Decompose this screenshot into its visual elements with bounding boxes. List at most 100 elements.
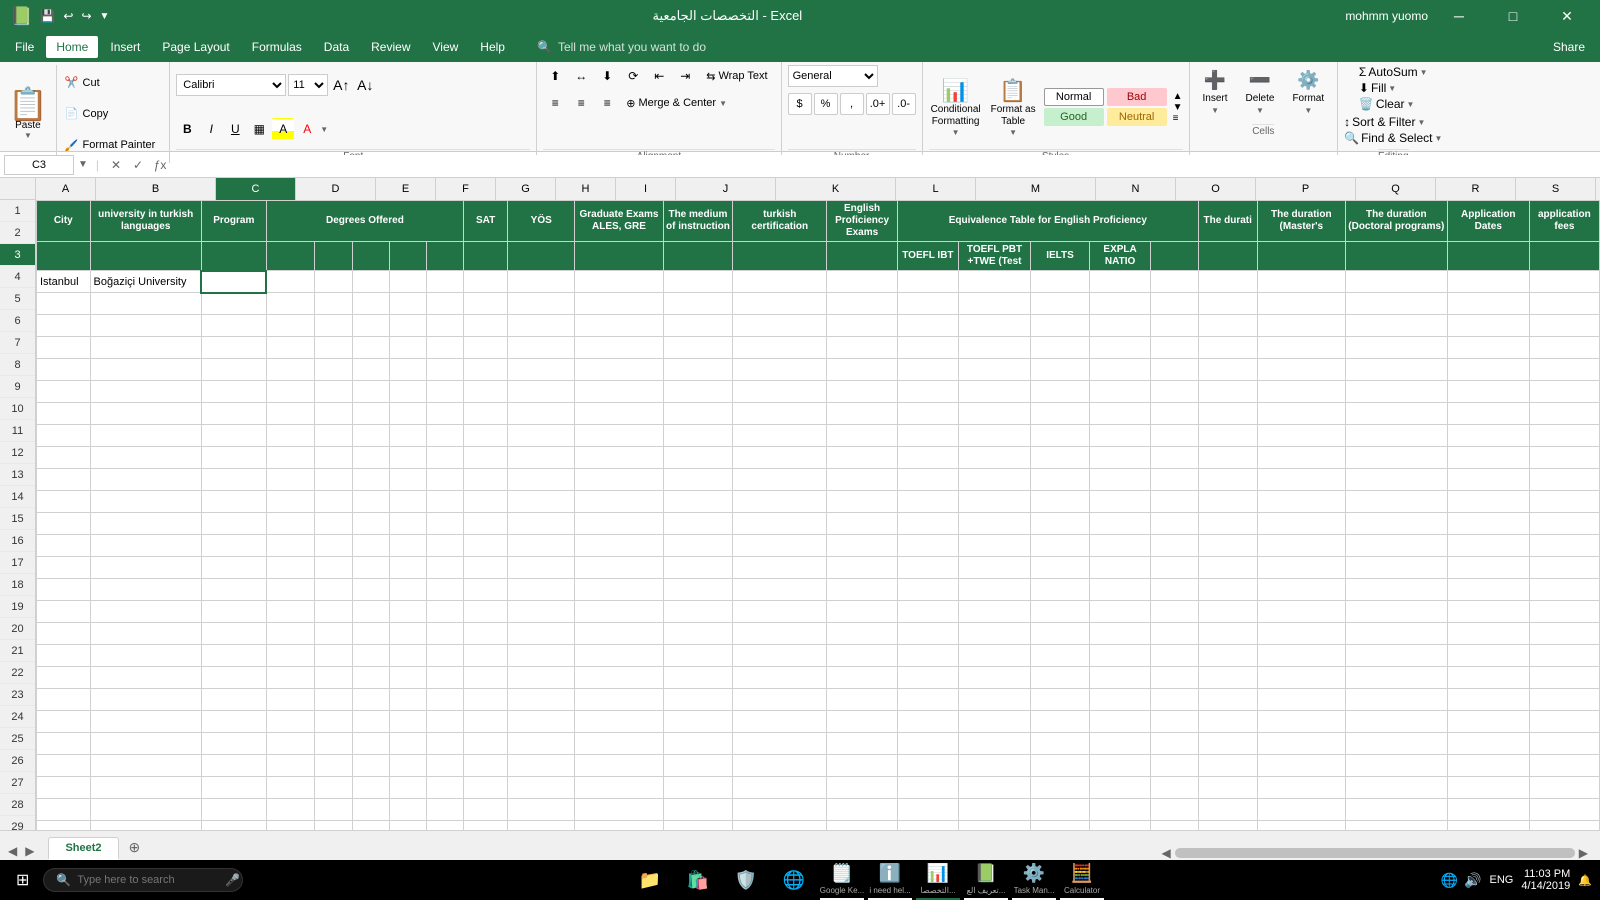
- row-num-21[interactable]: 21: [0, 640, 35, 662]
- cell-Q2[interactable]: IELTS: [1031, 242, 1090, 271]
- cell-C1[interactable]: Program: [201, 201, 266, 242]
- search-box[interactable]: 🔍 🎤: [43, 868, 243, 892]
- insert-cells-button[interactable]: ➕ Insert ▼: [1196, 65, 1235, 120]
- taskbar-app-browser[interactable]: 🌐: [772, 860, 816, 900]
- paste-button[interactable]: 📋 Paste ▼: [6, 65, 57, 163]
- cell-W3[interactable]: [1447, 271, 1529, 293]
- row-num-2[interactable]: 2: [0, 222, 35, 244]
- taskbar-app-help[interactable]: ℹ️ i need hel...: [868, 860, 912, 900]
- redo-icon[interactable]: ↪: [81, 9, 91, 23]
- cell-L2[interactable]: [663, 242, 733, 271]
- cell-O2[interactable]: TOEFL IBT: [897, 242, 958, 271]
- border-button[interactable]: ▦: [248, 118, 270, 140]
- cell-N2[interactable]: [827, 242, 898, 271]
- name-box[interactable]: [4, 155, 74, 175]
- row-num-16[interactable]: 16: [0, 530, 35, 552]
- row-num-27[interactable]: 27: [0, 772, 35, 794]
- align-center-button[interactable]: ≡: [569, 92, 593, 114]
- delete-cells-button[interactable]: ➖ Delete ▼: [1239, 65, 1282, 120]
- cell-S3[interactable]: [1151, 271, 1199, 293]
- menu-file[interactable]: File: [5, 36, 44, 58]
- scroll-right-button[interactable]: ▶: [1579, 846, 1588, 860]
- find-select-button[interactable]: 🔍 Find & Select ▼: [1344, 131, 1442, 145]
- cell-H2[interactable]: [426, 242, 463, 271]
- cell-N1[interactable]: English Proficiency Exams: [827, 201, 898, 242]
- taskbar-app-files[interactable]: 📁: [628, 860, 672, 900]
- number-format-select[interactable]: General: [788, 65, 878, 87]
- scroll-sheets-right[interactable]: ▶: [21, 842, 38, 860]
- copy-button[interactable]: 📄 Copy: [61, 105, 159, 122]
- cell-V3[interactable]: [1345, 271, 1447, 293]
- cell-T2[interactable]: [1198, 242, 1257, 271]
- taskbar-app-google-keep[interactable]: 🗒️ Google Ke...: [820, 860, 864, 900]
- col-header-L[interactable]: L: [896, 178, 976, 200]
- taskbar-app-taskview[interactable]: ⧉: [580, 860, 624, 900]
- row-num-20[interactable]: 20: [0, 618, 35, 640]
- row-num-3[interactable]: 3: [0, 244, 35, 266]
- cell-T1[interactable]: The durati: [1198, 201, 1257, 242]
- cell-B1[interactable]: university in turkish languages: [90, 201, 201, 242]
- col-header-O[interactable]: O: [1176, 178, 1256, 200]
- cell-U3[interactable]: [1257, 271, 1345, 293]
- decrease-decimal-button[interactable]: .0-: [892, 93, 916, 115]
- cell-V2[interactable]: [1345, 242, 1447, 271]
- taskbar-app-excel2[interactable]: 📗 تعريف الع...: [964, 860, 1008, 900]
- font-name-select[interactable]: Calibri: [176, 74, 286, 96]
- row-num-4[interactable]: 4: [0, 266, 35, 288]
- row-num-5[interactable]: 5: [0, 288, 35, 310]
- col-header-R[interactable]: R: [1436, 178, 1516, 200]
- row-num-19[interactable]: 19: [0, 596, 35, 618]
- clear-button[interactable]: 🗑️ Clear ▼: [1359, 97, 1428, 111]
- cell-P3[interactable]: [958, 271, 1030, 293]
- menu-insert[interactable]: Insert: [100, 36, 150, 58]
- notification-icon[interactable]: 🔔: [1578, 874, 1592, 887]
- maximize-button[interactable]: □: [1490, 0, 1536, 32]
- cell-J2[interactable]: [508, 242, 575, 271]
- font-color-button[interactable]: A: [296, 118, 318, 140]
- col-header-J[interactable]: J: [676, 178, 776, 200]
- cell-A2[interactable]: [37, 242, 91, 271]
- taskbar-app-antivirus[interactable]: 🛡️: [724, 860, 768, 900]
- col-header-Q[interactable]: Q: [1356, 178, 1436, 200]
- col-header-B[interactable]: B: [96, 178, 216, 200]
- cell-D1[interactable]: Degrees Offered: [266, 201, 463, 242]
- cell-I1[interactable]: SAT: [464, 201, 508, 242]
- cancel-formula-icon[interactable]: ✕: [107, 156, 125, 174]
- merge-dropdown[interactable]: ▼: [719, 99, 727, 108]
- col-header-M[interactable]: M: [976, 178, 1096, 200]
- sheet-tab-sheet2[interactable]: Sheet2: [48, 837, 118, 860]
- row-num-12[interactable]: 12: [0, 442, 35, 464]
- cell-J1[interactable]: YÖS: [508, 201, 575, 242]
- row-num-7[interactable]: 7: [0, 332, 35, 354]
- align-top-button[interactable]: ⬆: [543, 65, 567, 87]
- cell-K1[interactable]: Graduate Exams ALES, GRE: [575, 201, 663, 242]
- menu-review[interactable]: Review: [361, 36, 420, 58]
- language-indicator[interactable]: ENG: [1490, 874, 1514, 886]
- cell-A4[interactable]: [37, 293, 91, 315]
- row-num-13[interactable]: 13: [0, 464, 35, 486]
- scroll-sheets-left[interactable]: ◀: [4, 842, 21, 860]
- row-num-17[interactable]: 17: [0, 552, 35, 574]
- taskbar-app-calculator[interactable]: 🧮 Calculator: [1060, 860, 1104, 900]
- increase-font-button[interactable]: A↑: [330, 74, 352, 96]
- row-num-28[interactable]: 28: [0, 794, 35, 816]
- cell-E2[interactable]: [315, 242, 352, 271]
- sort-filter-button[interactable]: ↕ Sort & Filter ▼: [1344, 115, 1442, 129]
- row-num-8[interactable]: 8: [0, 354, 35, 376]
- volume-icon[interactable]: 🔊: [1464, 872, 1481, 889]
- col-header-S[interactable]: S: [1516, 178, 1596, 200]
- menu-formulas[interactable]: Formulas: [242, 36, 312, 58]
- col-header-T[interactable]: T: [1596, 178, 1600, 200]
- cell-G2[interactable]: [389, 242, 426, 271]
- text-direction-button[interactable]: ⟳: [621, 65, 645, 87]
- row-num-23[interactable]: 23: [0, 684, 35, 706]
- cell-I3[interactable]: [464, 271, 508, 293]
- cut-button[interactable]: ✂️ Cut: [61, 74, 159, 91]
- conditional-formatting-button[interactable]: 📊 ConditionalFormatting ▼: [929, 76, 983, 139]
- start-button[interactable]: ⊞: [8, 866, 37, 894]
- align-bottom-button[interactable]: ⬇: [595, 65, 619, 87]
- autosum-button[interactable]: Σ AutoSum ▼: [1359, 65, 1428, 79]
- cell-M1[interactable]: turkish certification: [733, 201, 827, 242]
- cell-R2[interactable]: EXPLA NATIO: [1089, 242, 1150, 271]
- cell-I2[interactable]: [464, 242, 508, 271]
